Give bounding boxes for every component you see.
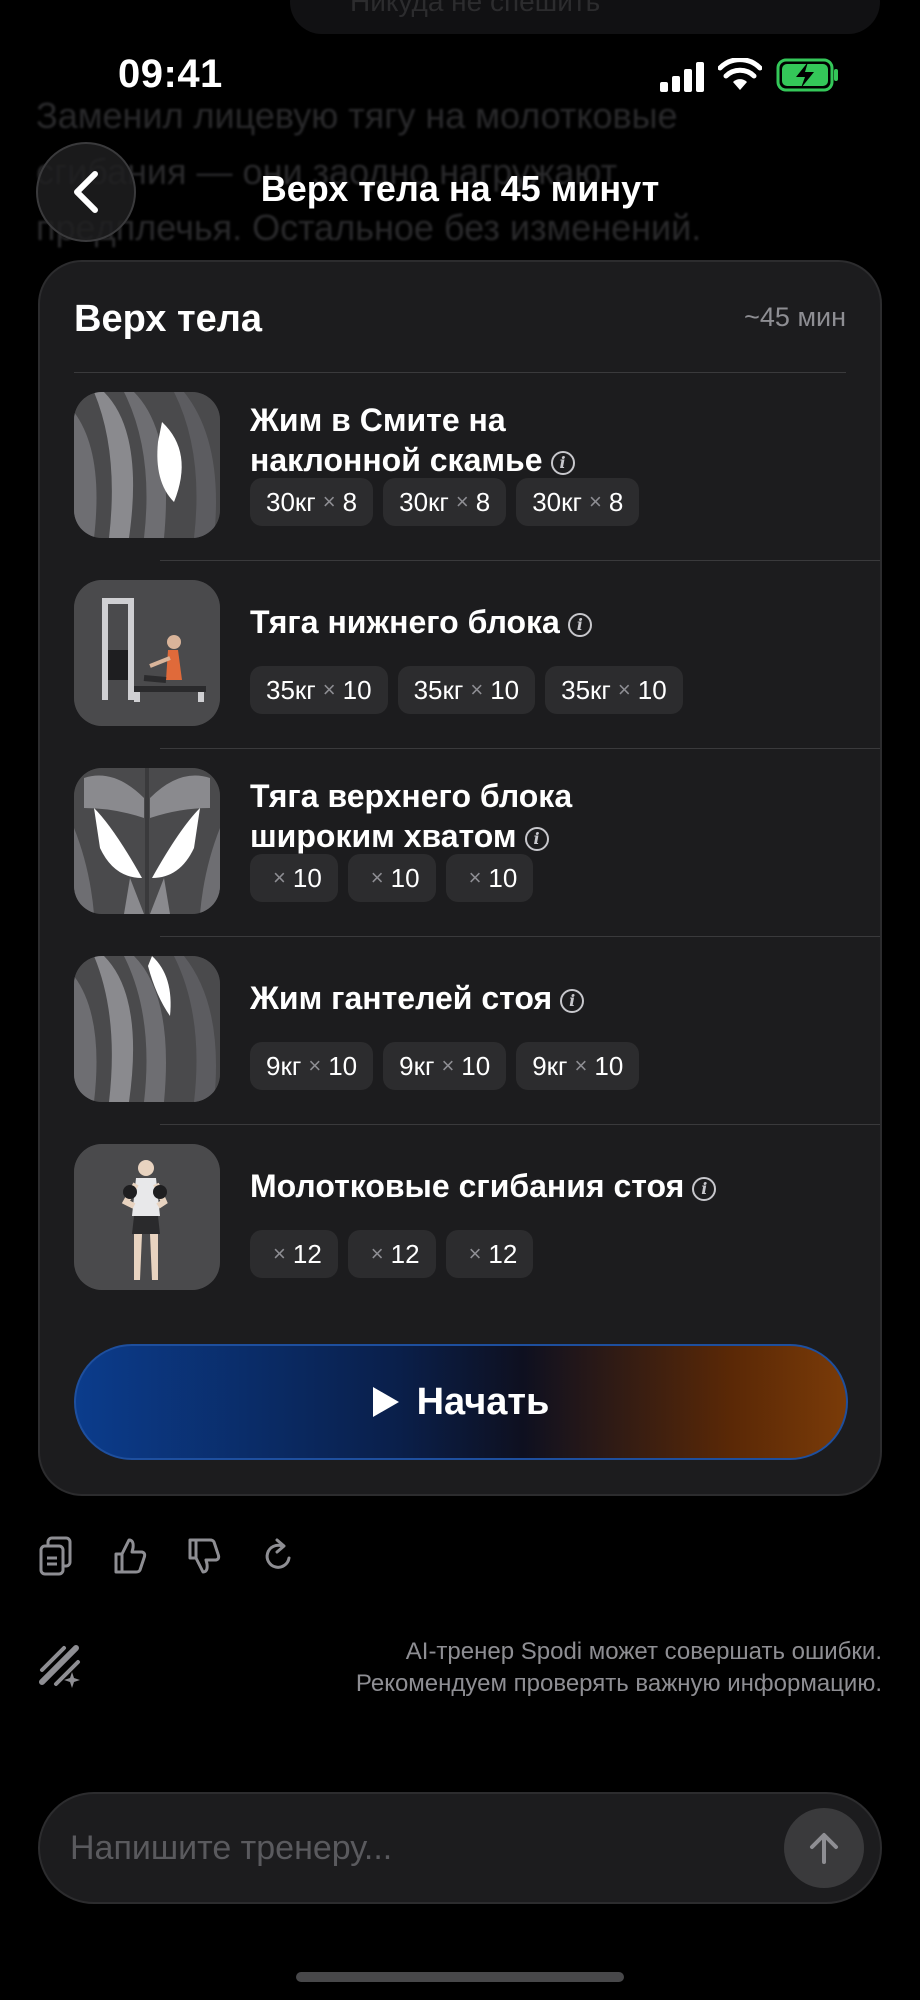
exercise-row[interactable]: Жим гантелей стоя i 9кг × 10 9кг × 10 9кг × 10 [74,956,880,1144]
workout-card: Верх тела ~45 мин Жим в Смите на наклонн… [38,260,882,1496]
back-muscle-icon [74,768,220,914]
exercise-name: Тяга верхнего блока широким хватом i [250,778,573,854]
thumbs-up-icon[interactable] [112,1536,148,1576]
message-composer [38,1792,882,1904]
exercise-row[interactable]: Тяга верхнего блока широким хватом i × 10 … [74,768,880,956]
sets-list: 30кг × 8 30кг × 8 30кг × 8 [250,478,640,526]
info-icon[interactable]: i [560,988,585,1013]
sets-list: 35кг × 10 35кг × 10 35кг × 10 [250,666,683,714]
set-chip[interactable]: 35кг × 10 [250,666,388,714]
info-icon[interactable]: i [550,450,575,475]
exercise-name: Молотковые сгибания стоя i [250,1166,810,1206]
set-chip[interactable]: × 10 [250,854,338,902]
page-title: Верх тела на 45 минут [260,168,660,209]
divider [160,1124,880,1125]
sets-list: 9кг × 10 9кг × 10 9кг × 10 [250,1042,640,1090]
ai-disclaimer: AI-тренер Spodi может совершать ошибки. … [355,1638,882,1697]
workout-title: Верх тела [74,298,262,340]
regenerate-icon[interactable] [260,1536,296,1576]
play-icon [372,1387,399,1417]
set-chip[interactable]: × 12 [445,1230,534,1278]
ai-sparkle-icon [39,1645,80,1688]
divider [74,372,846,373]
message-actions [38,1536,296,1576]
status-bar: 09:41 [0,50,920,100]
arrow-up-icon [810,1833,838,1864]
exercise-name: Жим в Смите на наклонной скамье i [250,400,810,480]
battery-charging-icon [776,58,838,92]
home-indicator [296,1972,624,1982]
exercise-row[interactable]: Жим в Смите на наклонной скамье i 30кг × 8 … [74,392,880,580]
set-chip[interactable]: 30кг × 8 [383,478,507,526]
divider [160,936,880,937]
info-icon[interactable]: i [692,1176,717,1201]
divider [160,748,880,749]
set-chip[interactable]: × 12 [250,1230,338,1278]
set-chip[interactable]: 9кг × 10 [516,1042,640,1090]
triceps-muscle-icon [74,956,220,1102]
start-button-label: Начать [416,1380,550,1423]
exercise-row[interactable]: Молотковые сгибания стоя i × 12 × 12 × 12 [74,1144,880,1332]
status-time: 09:41 [118,52,223,96]
set-chip[interactable]: 30кг × 8 [250,478,374,526]
set-chip[interactable]: × 10 [445,854,534,902]
thumbs-down-icon[interactable] [186,1536,222,1576]
sets-list: × 10 × 10 × 10 [250,854,534,902]
info-icon[interactable]: i [567,612,592,637]
cellular-signal-icon [660,62,706,92]
divider [160,560,880,561]
start-workout-button[interactable]: Начать [74,1344,848,1460]
triceps-muscle-icon [74,392,220,538]
exercise-name: Тяга нижнего блока i [250,602,810,642]
set-chip[interactable]: × 12 [347,1230,436,1278]
hammer-curl-figure-icon [74,1144,220,1290]
set-chip[interactable]: 35кг × 10 [545,666,683,714]
set-chip[interactable]: 9кг × 10 [250,1042,374,1090]
message-input[interactable] [70,1794,770,1902]
exercise-name: Жим гантелей стоя i [250,978,810,1018]
workout-duration: ~45 мин [744,302,846,332]
wifi-icon [718,58,762,90]
set-chip[interactable]: × 10 [347,854,436,902]
set-chip[interactable]: 30кг × 8 [516,478,640,526]
info-icon[interactable]: i [524,826,549,851]
sets-list: × 12 × 12 × 12 [250,1230,534,1278]
set-chip[interactable]: 35кг × 10 [397,666,536,714]
exercise-row[interactable]: Тяга нижнего блока i 35кг × 10 35кг × 10 35кг… [74,580,880,768]
background-bubble-text: Никуда не спешить [350,0,601,17]
copy-icon[interactable] [38,1536,74,1576]
send-button[interactable] [784,1808,864,1888]
cable-row-machine-icon [74,580,220,726]
set-chip[interactable]: 9кг × 10 [383,1042,507,1090]
background-user-bubble: Никуда не спешить [290,0,880,34]
